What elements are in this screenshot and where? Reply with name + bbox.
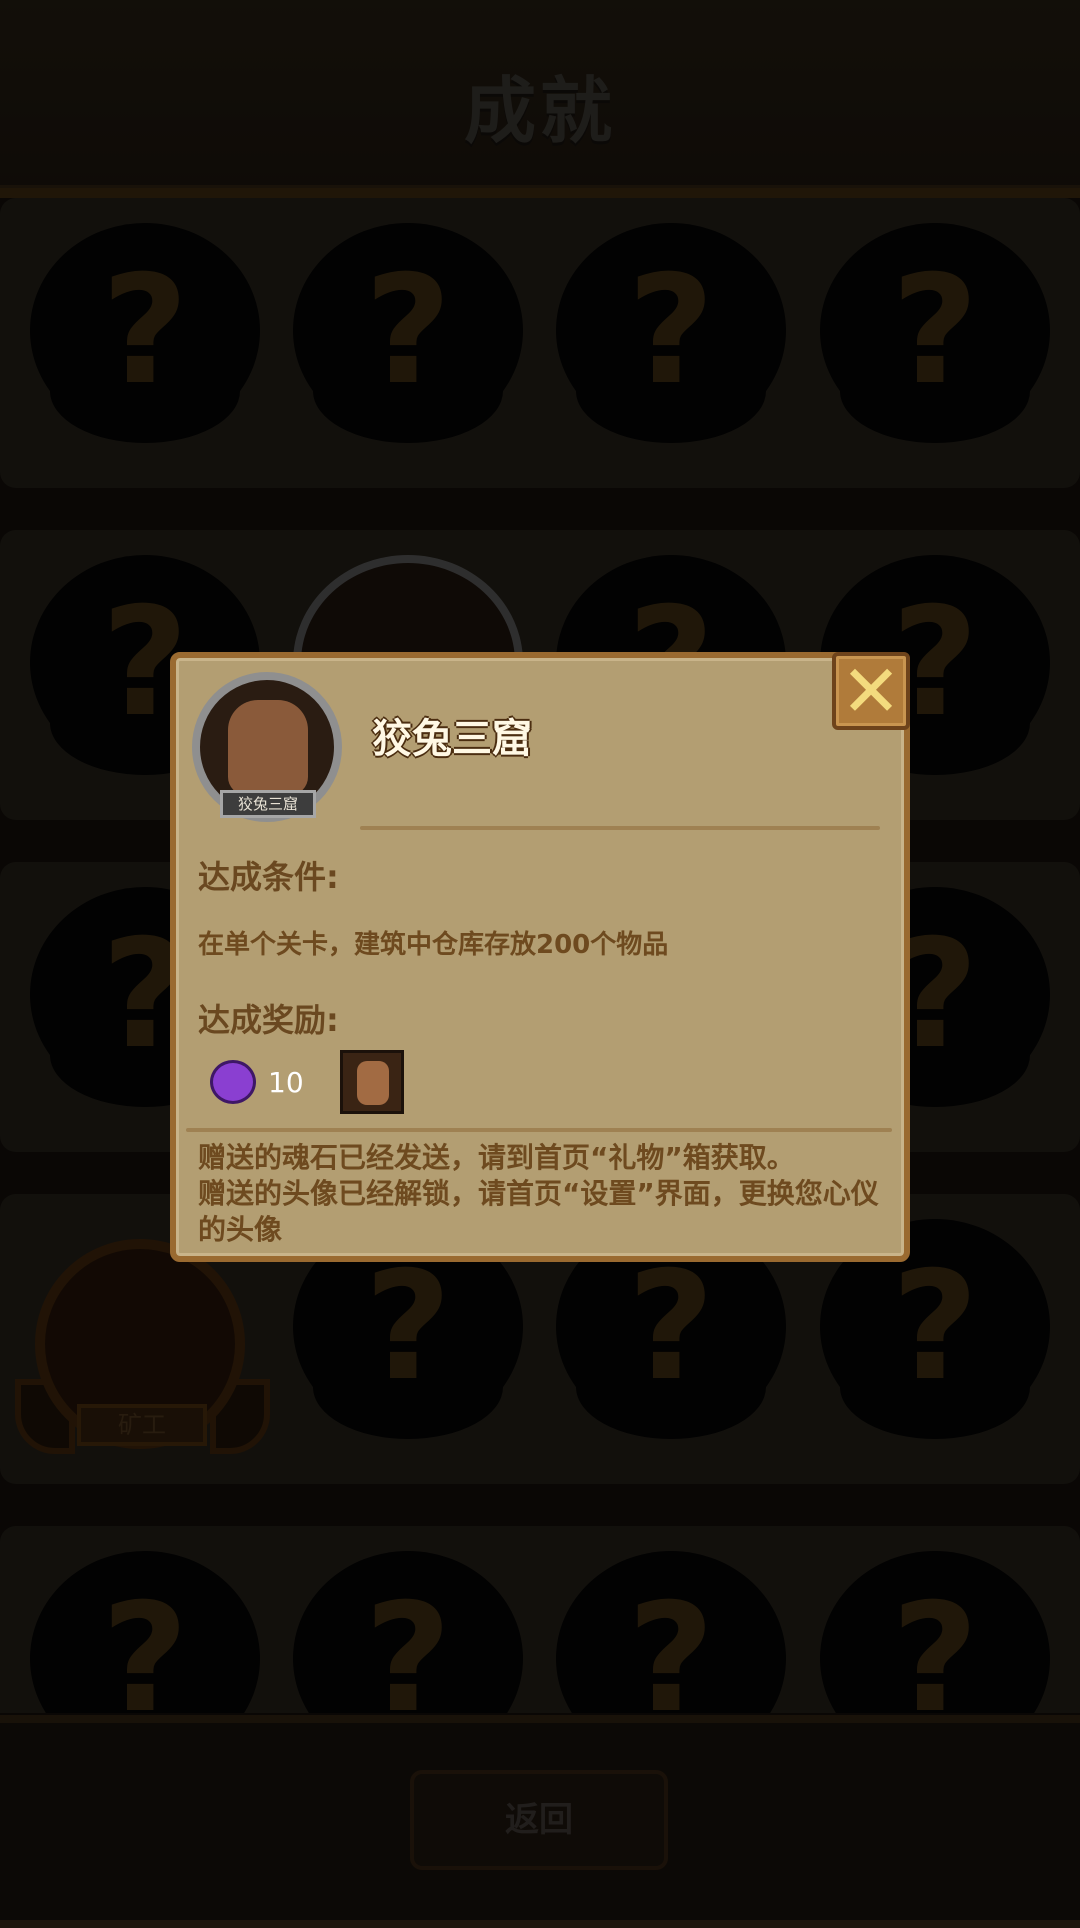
avatar-reward-icon [340, 1050, 404, 1114]
reward-label: 达成奖励: [198, 1001, 339, 1039]
notice-line-1: 赠送的魂石已经发送，请到首页“礼物”箱获取。 [198, 1141, 795, 1174]
sack-icon [357, 1061, 389, 1105]
soulstone-icon [210, 1060, 256, 1104]
reward-divider [186, 1128, 892, 1132]
soulstone-count: 10 [268, 1066, 304, 1099]
achievement-title: 狡兔三窟 [372, 716, 532, 762]
notice-line-2: 赠送的头像已经解锁，请首页“设置”界面，更换您心仪的头像 [198, 1177, 879, 1246]
condition-text: 在单个关卡，建筑中仓库存放200个物品 [198, 930, 669, 960]
avatar-caption: 狡兔三窟 [220, 790, 316, 818]
notice-text: 赠送的魂石已经发送，请到首页“礼物”箱获取。 赠送的头像已经解锁，请首页“设置”… [198, 1140, 888, 1248]
title-divider [360, 826, 880, 830]
close-button[interactable]: ✕ [832, 652, 910, 730]
condition-label: 达成条件: [198, 858, 339, 896]
sack-icon [228, 700, 308, 795]
